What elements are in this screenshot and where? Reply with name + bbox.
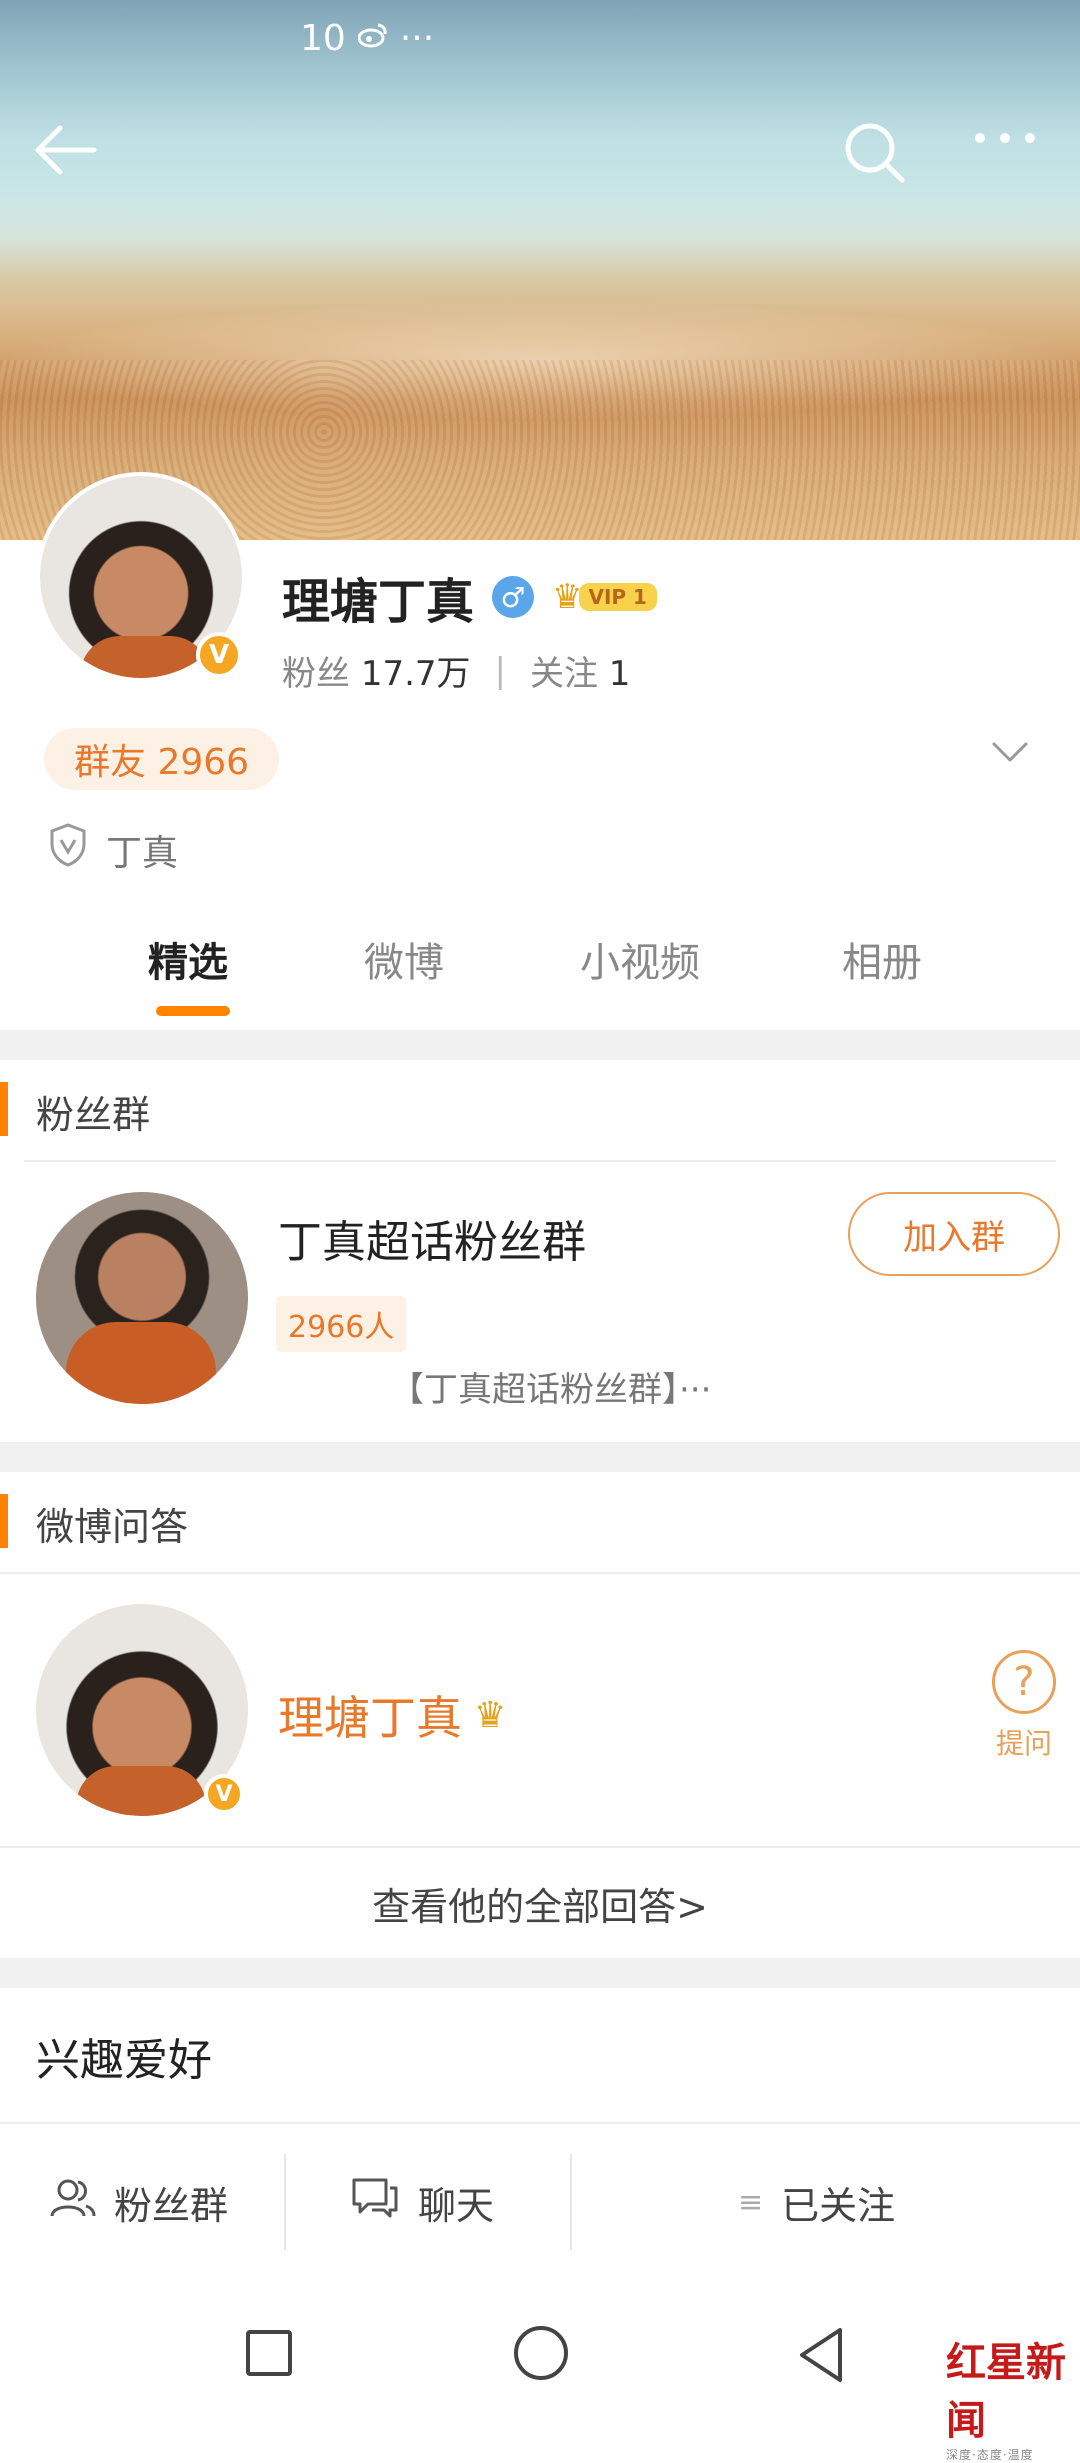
follow-count: 1 [608,654,631,694]
profile-name-row: 理塘丁真 ♂ ♛ VIP 1 [282,562,657,632]
divider [24,1160,1056,1162]
crown-icon: ♛ [552,577,583,617]
more-options-icon[interactable] [970,128,1050,178]
home-icon[interactable] [514,2326,568,2380]
verified-badge-icon: V [204,1774,244,1814]
avatar-scarf [80,636,210,678]
action-divider [570,2154,572,2250]
fans-count: 17.7万 [360,654,471,694]
watermark-subtext: 深度·态度·温度 [946,2448,1034,2462]
active-tab-indicator [156,1006,230,1016]
shield-icon [48,822,88,877]
ask-question-button[interactable]: ? 提问 [984,1650,1064,1762]
fan-group-action-label: 粉丝群 [114,2183,229,2228]
group-friends-chip[interactable]: 群友 2966 [44,728,280,790]
menu-lines-icon: ≡ [738,2184,764,2220]
join-group-button[interactable]: 加入群 [848,1192,1060,1276]
follow-label: 关注 [529,654,598,694]
male-gender-icon: ♂ [492,576,535,618]
question-mark-icon: ? [992,1650,1056,1714]
followed-action-label: 已关注 [781,2183,896,2228]
back-triangle-icon[interactable] [796,2326,846,2388]
followed-action[interactable]: ≡ 已关注 [738,2124,895,2280]
profile-name: 理塘丁真 [282,574,475,630]
crown-icon: ♛ [474,1694,507,1736]
section-accent-bar [0,1082,8,1136]
avatar-scarf [76,1766,206,1816]
interests-title: 兴趣爱好 [36,2035,212,2086]
watermark-text: 红星新闻 [946,2339,1066,2444]
section-gap [0,1442,1080,1472]
vip-level-label: VIP 1 [578,583,657,611]
chat-action-label: 聊天 [418,2183,495,2228]
tab-album[interactable]: 相册 [842,930,922,988]
fans-stat[interactable]: 粉丝 17.7万 [282,646,471,695]
view-all-answers-link[interactable]: 查看他的全部回答> [0,1846,1080,1958]
chat-bubble-icon [350,2176,400,2229]
red-star-news-watermark: 红星新闻 深度·态度·温度 [946,2330,1080,2463]
qa-section-header: 微博问答 [0,1472,1080,1572]
fan-group-member-count: 2966人 [276,1296,407,1352]
weibo-notification-icon [357,22,388,55]
section-accent-bar [0,1494,8,1548]
profile-stats: 粉丝 17.7万 | 关注 1 [282,646,630,695]
bottom-action-bar: 粉丝群 聊天 ≡ 已关注 [0,2122,1080,2278]
divider [0,1572,1080,1574]
section-gap [0,1030,1080,1060]
fan-group-avatar[interactable] [36,1192,248,1404]
ask-label: 提问 [995,1727,1052,1760]
fan-group-section-title: 粉丝群 [36,1093,151,1137]
vip-badge[interactable]: ♛ VIP 1 [552,577,657,617]
status-time: 10 [300,18,346,59]
fan-group-name[interactable]: 丁真超话粉丝群 [278,1206,586,1270]
search-icon[interactable] [840,118,920,198]
section-gap [0,1958,1080,1988]
verification-text: 丁真 [106,832,179,874]
back-arrow-icon[interactable] [30,120,110,190]
avatar-scarf [66,1322,216,1404]
qa-section-title: 微博问答 [36,1505,189,1549]
status-more: ··· [399,18,435,59]
verification-row: 丁真 [48,822,178,877]
tab-weibo[interactable]: 微博 [364,930,444,988]
fan-group-description: 【丁真超话粉丝群】··· [390,1370,712,1410]
chevron-down-icon[interactable] [990,740,1040,780]
chat-action[interactable]: 聊天 [350,2124,494,2280]
verified-badge-icon: V [196,632,242,678]
fans-label: 粉丝 [282,654,350,694]
tab-featured[interactable]: 精选 [148,930,228,988]
user-group-icon [48,2176,96,2229]
follow-stat[interactable]: 关注 1 [530,646,630,695]
qa-user-name: 理塘丁真 [278,1691,462,1745]
fan-group-action[interactable]: 粉丝群 [48,2124,228,2280]
status-bar: 10 ··· [300,18,434,59]
recent-apps-icon[interactable] [246,2330,292,2376]
profile-cover-banner [0,0,1080,540]
tab-short-videos[interactable]: 小视频 [580,930,700,988]
qa-user-name-row[interactable]: 理塘丁真 ♛ [278,1682,506,1748]
stats-divider: | [494,650,506,691]
action-divider [284,2154,286,2250]
fan-group-section-header: 粉丝群 [0,1060,1080,1160]
system-navigation-bar [0,2278,1080,2400]
